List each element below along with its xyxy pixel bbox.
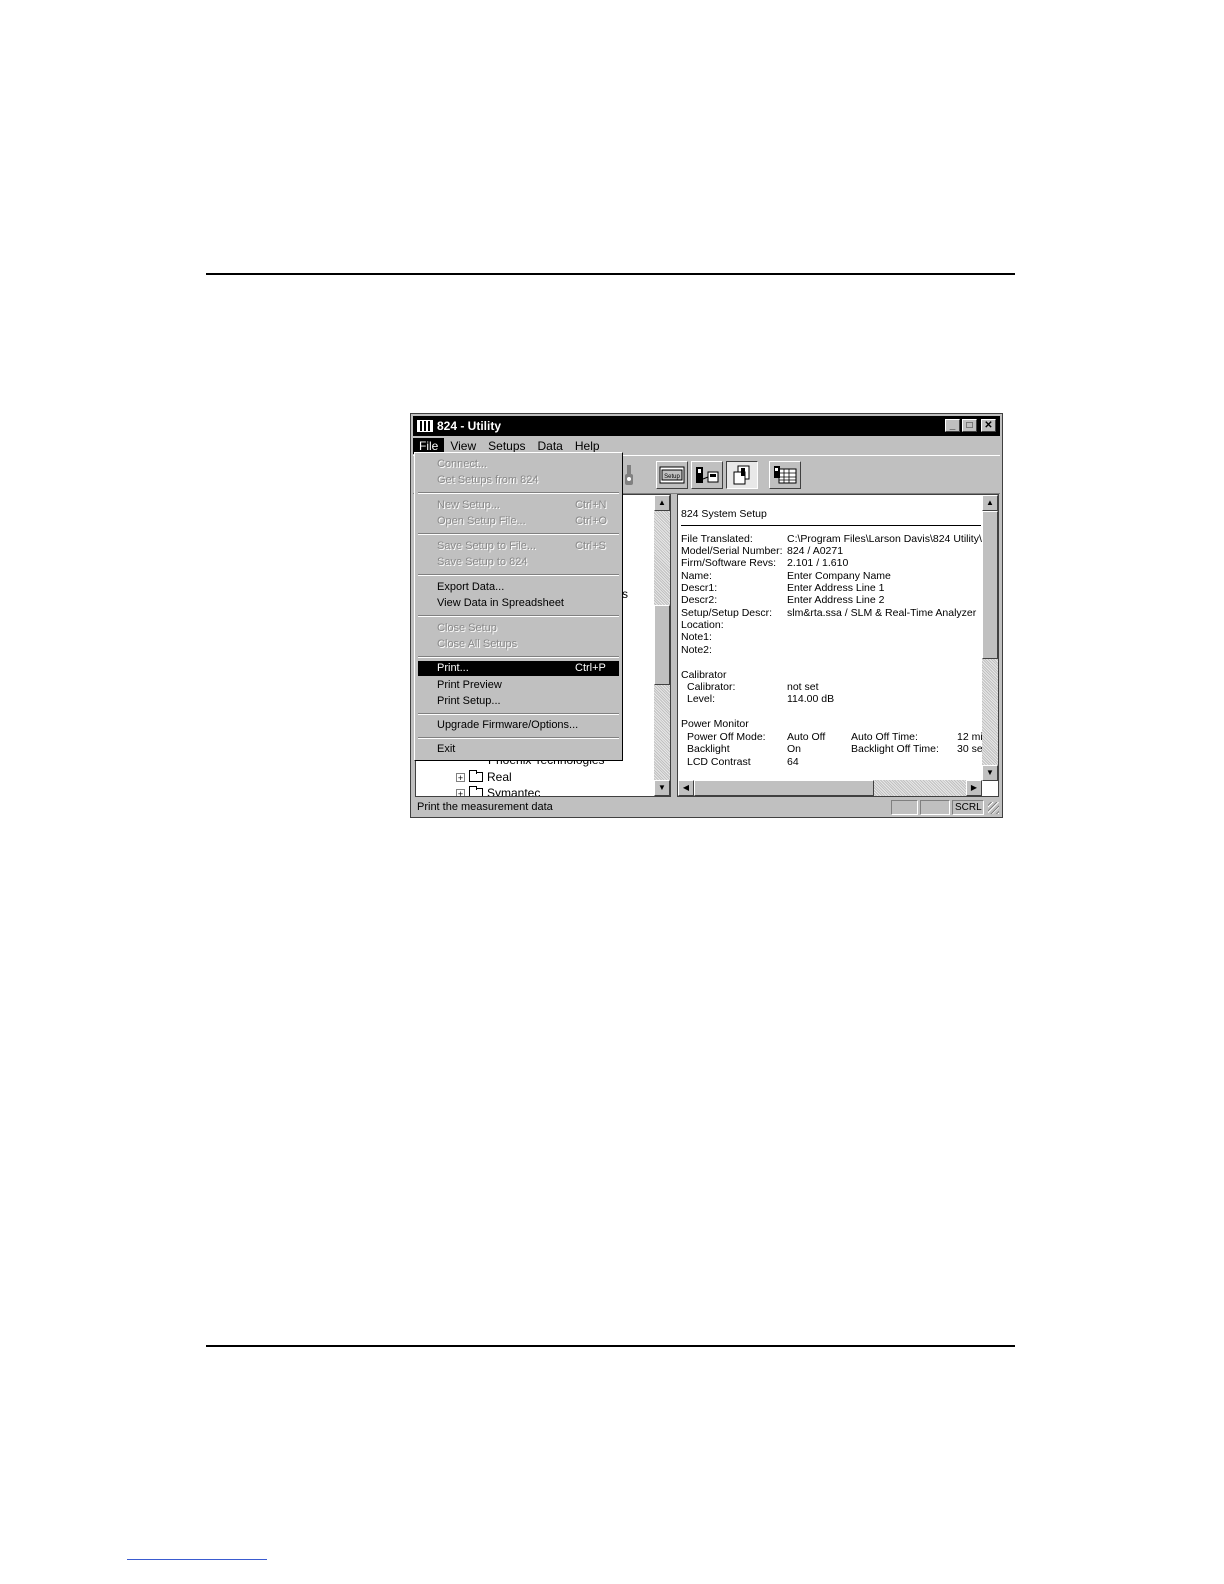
- status-panel-scrl: SCRL: [952, 800, 984, 815]
- report-key: Note1:: [681, 631, 712, 643]
- scroll-up-icon[interactable]: ▲: [982, 495, 998, 511]
- menu-item-print[interactable]: Print... Ctrl+P: [418, 661, 619, 676]
- title-bar: 824 - Utility _ □ ✕: [413, 416, 1000, 436]
- tree-item-label: Real: [487, 770, 512, 784]
- footnote-rule: [127, 1559, 267, 1560]
- status-panel: [891, 800, 918, 815]
- report-value: 12 mi: [957, 731, 983, 743]
- transfer-icon[interactable]: [691, 461, 723, 489]
- scroll-left-icon[interactable]: ◀: [678, 780, 694, 796]
- report-key: Backlight Off Time:: [851, 743, 939, 755]
- folder-icon: [469, 770, 483, 782]
- maximize-icon[interactable]: □: [962, 419, 977, 432]
- report-value: 824 / A0271: [787, 545, 844, 557]
- minimize-icon[interactable]: _: [945, 419, 960, 432]
- menu-item-get-setups[interactable]: Get Setups from 824: [418, 473, 619, 488]
- scroll-thumb[interactable]: [694, 780, 874, 796]
- menu-item-exit[interactable]: Exit: [418, 742, 619, 757]
- report-key: Backlight: [687, 743, 730, 755]
- report-value: Enter Company Name: [787, 570, 891, 582]
- report-value: 114.00 dB: [787, 693, 835, 705]
- status-panel: [920, 800, 950, 815]
- menu-item-print-preview[interactable]: Print Preview: [418, 678, 619, 693]
- scroll-down-icon[interactable]: ▼: [982, 765, 998, 781]
- report-title: 824 System Setup: [681, 508, 767, 520]
- report-divider: [681, 525, 981, 526]
- spreadsheet-icon[interactable]: [769, 461, 801, 489]
- setup-icon[interactable]: Setup: [656, 461, 688, 489]
- menu-separator: [418, 737, 619, 739]
- report-value: 30 se: [957, 743, 983, 755]
- report-key: Power Off Mode:: [687, 731, 766, 743]
- report-key: Level:: [687, 693, 716, 705]
- header-rule: [206, 273, 1015, 275]
- window-title: 824 - Utility: [437, 419, 502, 433]
- report-key: Setup/Setup Descr:: [681, 607, 773, 619]
- report-pane[interactable]: 824 System Setup File Translated: C:\Pro…: [677, 494, 999, 797]
- report-key: Note2:: [681, 644, 712, 656]
- tree-item-label: Symantec: [487, 786, 541, 797]
- menu-item-close-setup[interactable]: Close Setup: [418, 621, 619, 636]
- calibrator-heading: Calibrator: [681, 669, 727, 681]
- tree-item-real[interactable]: + Real: [456, 770, 512, 784]
- scroll-thumb[interactable]: [982, 511, 998, 659]
- report-key: LCD Contrast: [687, 756, 751, 768]
- resize-grip-icon[interactable]: [988, 802, 999, 814]
- menu-separator: [418, 656, 619, 658]
- report-key: Location:: [681, 619, 724, 631]
- report-value: 64: [787, 756, 799, 768]
- report-value: Enter Address Line 2: [787, 594, 885, 606]
- report-horizontal-scrollbar[interactable]: ◀ ▶: [678, 780, 982, 796]
- report-value: C:\Program Files\Larson Davis\824 Utilit…: [787, 533, 982, 545]
- scroll-up-icon[interactable]: ▲: [654, 495, 670, 511]
- report-key: Descr1:: [681, 582, 718, 594]
- close-icon[interactable]: ✕: [981, 419, 996, 432]
- menu-item-export-data[interactable]: Export Data...: [418, 580, 619, 595]
- setup-label: Setup: [664, 474, 680, 480]
- expand-icon[interactable]: +: [456, 772, 465, 782]
- file-menu-dropdown: Connect... Get Setups from 824 New Setup…: [414, 452, 623, 761]
- menu-item-upgrade-firmware[interactable]: Upgrade Firmware/Options...: [418, 718, 619, 733]
- report-value: slm&rta.ssa / SLM & Real-Time Analyzer: [787, 607, 977, 619]
- report-value: 2.101 / 1.610: [787, 557, 849, 569]
- scroll-right-icon[interactable]: ▶: [966, 780, 982, 796]
- report-key: File Translated:: [681, 533, 753, 545]
- menu-item-print-setup[interactable]: Print Setup...: [418, 694, 619, 709]
- menu-item-new-setup[interactable]: New Setup... Ctrl+N: [418, 498, 619, 513]
- report-vertical-scrollbar[interactable]: ▲ ▼: [982, 495, 998, 781]
- report-key: Descr2:: [681, 594, 718, 606]
- report-key: Firm/Software Revs:: [681, 557, 777, 569]
- folder-icon: [469, 786, 483, 796]
- menu-item-save-setup-file[interactable]: Save Setup to File... Ctrl+S: [418, 539, 619, 554]
- app-icon: [417, 420, 433, 432]
- scroll-thumb[interactable]: [654, 605, 670, 685]
- footer-rule: [206, 1345, 1015, 1347]
- menu-item-view-spreadsheet[interactable]: View Data in Spreadsheet: [418, 596, 619, 611]
- report-key: Name:: [681, 570, 712, 582]
- status-text: Print the measurement data: [417, 801, 553, 813]
- report-value: not set: [787, 681, 819, 693]
- report-value: Enter Address Line 1: [787, 582, 885, 594]
- menu-separator: [418, 615, 619, 617]
- expand-icon[interactable]: +: [456, 788, 465, 796]
- tree-item-symantec[interactable]: + Symantec: [456, 786, 541, 797]
- copy-icon[interactable]: [726, 461, 758, 489]
- menu-separator: [418, 574, 619, 576]
- report-value: On: [787, 743, 802, 755]
- scroll-down-icon[interactable]: ▼: [654, 780, 670, 796]
- menu-item-close-all-setups[interactable]: Close All Setups: [418, 637, 619, 652]
- menu-item-save-setup-824[interactable]: Save Setup to 824: [418, 555, 619, 570]
- menu-item-open-setup[interactable]: Open Setup File... Ctrl+O: [418, 514, 619, 529]
- menu-item-connect[interactable]: Connect...: [418, 457, 619, 472]
- menu-separator: [418, 492, 619, 494]
- report-value: Auto Off: [787, 731, 826, 743]
- report-key: Model/Serial Number:: [681, 545, 783, 557]
- report-key: Auto Off Time:: [851, 731, 918, 743]
- report-key: Calibrator:: [687, 681, 736, 693]
- menu-separator: [418, 713, 619, 715]
- tree-vertical-scrollbar[interactable]: ▲ ▼: [654, 495, 670, 796]
- status-bar: Print the measurement data SCRL: [413, 800, 1000, 816]
- menu-separator: [418, 533, 619, 535]
- power-monitor-heading: Power Monitor: [681, 718, 749, 730]
